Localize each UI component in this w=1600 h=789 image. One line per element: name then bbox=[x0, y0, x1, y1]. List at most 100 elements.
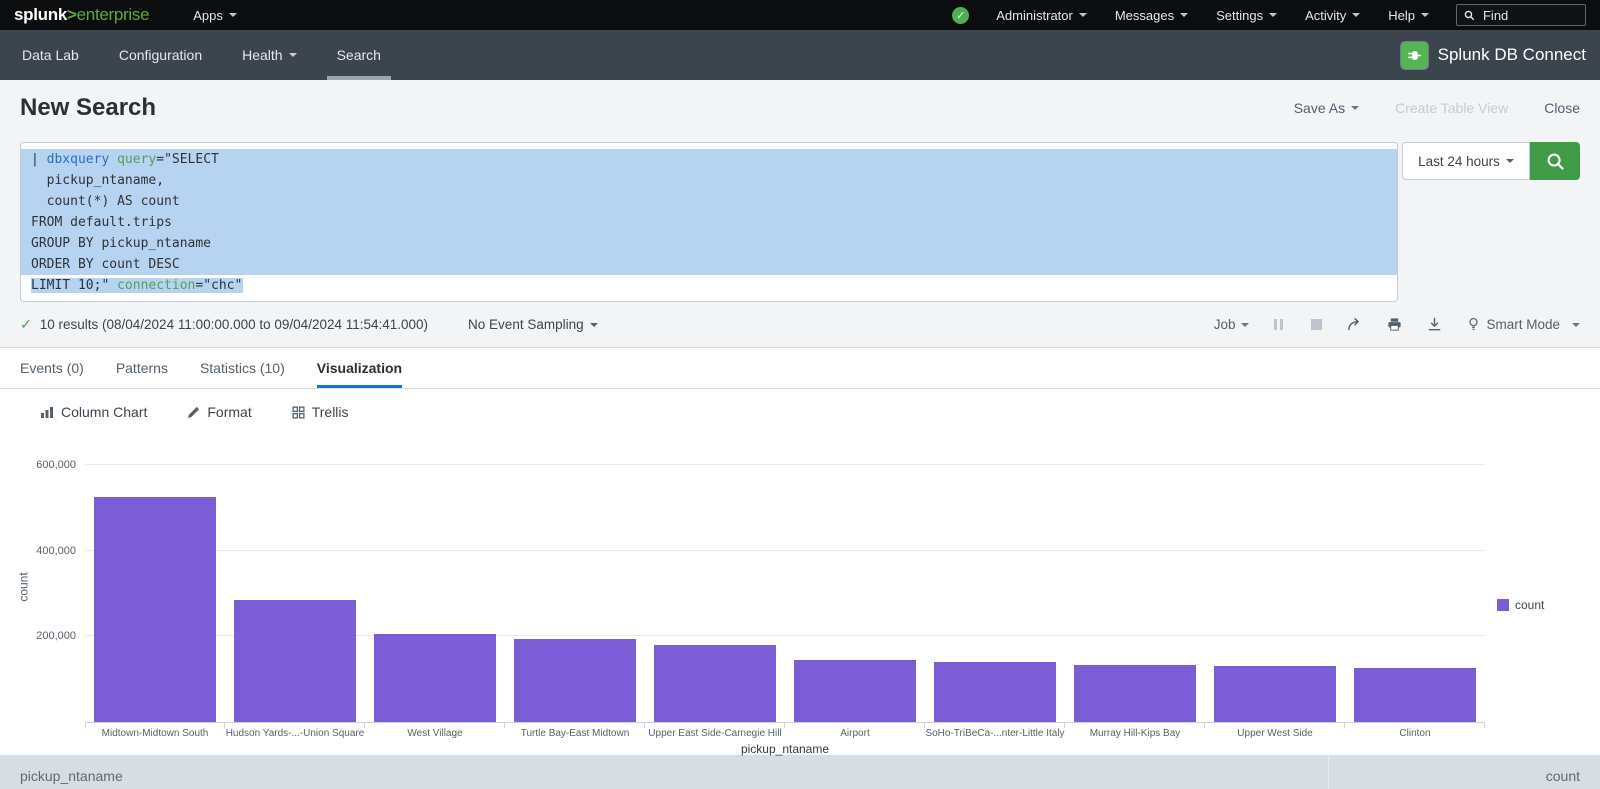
chart-type-button[interactable]: Column Chart bbox=[40, 404, 147, 420]
x-tick-label: Turtle Bay-East Midtown bbox=[505, 723, 645, 739]
menu-settings[interactable]: Settings bbox=[1216, 8, 1277, 23]
tab-patterns[interactable]: Patterns bbox=[116, 348, 168, 388]
chart-legend[interactable]: count bbox=[1497, 598, 1544, 612]
query-token: pickup_ntaname, bbox=[31, 173, 164, 188]
time-range-picker[interactable]: Last 24 hours bbox=[1402, 142, 1530, 180]
topbar-menus: Administrator Messages Settings Activity Hel… bbox=[996, 8, 1429, 23]
x-tick-label: West Village bbox=[365, 723, 505, 739]
splunk-logo[interactable]: splunk>enterprise bbox=[14, 5, 149, 25]
create-table-view-button[interactable]: Create Table View bbox=[1395, 100, 1508, 116]
query-token: GROUP BY pickup_ntaname bbox=[31, 236, 211, 251]
footer-column-pickup-ntaname[interactable]: pickup_ntaname bbox=[20, 768, 1328, 789]
save-as-button[interactable]: Save As bbox=[1294, 100, 1359, 116]
save-as-label: Save As bbox=[1294, 100, 1345, 116]
chevron-down-icon bbox=[1180, 13, 1188, 17]
x-tick-label: Murray Hill-Kips Bay bbox=[1065, 723, 1205, 739]
x-tick-label: Clinton bbox=[1345, 723, 1485, 739]
x-tick-label: Upper East Side-Carnegie Hill bbox=[645, 723, 785, 739]
search-mode-menu[interactable]: Smart Mode bbox=[1467, 317, 1580, 332]
db-connect-plug-icon bbox=[1401, 42, 1428, 69]
nav-item-label: Search bbox=[337, 47, 381, 63]
tab-events-0-[interactable]: Events (0) bbox=[20, 348, 84, 388]
app-title: Splunk DB Connect bbox=[1438, 45, 1586, 65]
bar-3[interactable] bbox=[374, 634, 496, 722]
x-axis-labels: Midtown-Midtown SouthHudson Yards-...-Un… bbox=[85, 723, 1485, 739]
bar-5[interactable] bbox=[654, 645, 776, 722]
bar-2[interactable] bbox=[234, 600, 356, 722]
page-background: New Search Save As Create Table View Clo… bbox=[0, 80, 1600, 755]
nav-item-configuration[interactable]: Configuration bbox=[119, 30, 202, 80]
title-row: New Search Save As Create Table View Clo… bbox=[0, 80, 1600, 136]
plot-area: count count 200,000400,000600,000 bbox=[85, 451, 1485, 723]
bar-group bbox=[225, 600, 365, 722]
brand-name: splunk bbox=[14, 5, 67, 24]
nav-item-data-lab[interactable]: Data Lab bbox=[22, 30, 79, 80]
bar-6[interactable] bbox=[794, 660, 916, 722]
bar-4[interactable] bbox=[514, 639, 636, 722]
column-chart-icon bbox=[40, 405, 54, 419]
bar-9[interactable] bbox=[1214, 666, 1336, 722]
stop-icon bbox=[1311, 319, 1322, 330]
query-line: ORDER BY count DESC bbox=[21, 254, 1397, 275]
y-tick-label: 200,000 bbox=[36, 630, 76, 642]
search-query-input[interactable]: | dbxquery query="SELECT pickup_ntaname,… bbox=[20, 142, 1398, 302]
nav-item-search[interactable]: Search bbox=[337, 30, 381, 80]
menu-help[interactable]: Help bbox=[1388, 8, 1429, 23]
pause-button[interactable] bbox=[1274, 319, 1286, 330]
results-row: ✓ 10 results (08/04/2024 11:00:00.000 to… bbox=[0, 302, 1600, 348]
legend-swatch bbox=[1497, 599, 1509, 611]
trellis-grid-icon bbox=[292, 406, 305, 419]
bar-7[interactable] bbox=[934, 662, 1056, 722]
close-button[interactable]: Close bbox=[1544, 100, 1580, 116]
bar-10[interactable] bbox=[1354, 668, 1476, 722]
page-title: New Search bbox=[20, 94, 156, 122]
search-button[interactable] bbox=[1530, 142, 1580, 180]
bar-1[interactable] bbox=[94, 497, 216, 722]
event-sampling-menu[interactable]: No Event Sampling bbox=[468, 317, 598, 332]
query-line: | dbxquery query="SELECT bbox=[21, 149, 1397, 170]
query-line: count(*) AS count bbox=[21, 191, 1397, 212]
search-mode-label: Smart Mode bbox=[1486, 317, 1560, 332]
tab-visualization[interactable]: Visualization bbox=[317, 348, 402, 388]
query-token: FROM default.trips bbox=[31, 215, 172, 230]
share-button[interactable] bbox=[1347, 317, 1362, 332]
trellis-button[interactable]: Trellis bbox=[292, 404, 349, 420]
job-controls: Job bbox=[1214, 317, 1580, 332]
nav-item-label: Data Lab bbox=[22, 47, 79, 63]
stop-button[interactable] bbox=[1311, 319, 1322, 330]
job-menu[interactable]: Job bbox=[1214, 317, 1250, 332]
x-tick-label: Hudson Yards-...-Union Square bbox=[225, 723, 365, 739]
bar-group bbox=[785, 660, 925, 722]
app-identity[interactable]: Splunk DB Connect bbox=[1401, 42, 1586, 69]
export-button[interactable] bbox=[1427, 317, 1442, 332]
tab-statistics-10-[interactable]: Statistics (10) bbox=[200, 348, 285, 388]
query-token: ORDER BY count DESC bbox=[31, 257, 180, 272]
chevron-down-icon bbox=[1421, 13, 1429, 17]
chevron-down-icon bbox=[1241, 323, 1249, 327]
bar-group bbox=[505, 639, 645, 722]
bar-group bbox=[645, 645, 785, 722]
trellis-label: Trellis bbox=[312, 404, 349, 420]
menu-messages[interactable]: Messages bbox=[1115, 8, 1188, 23]
nav-item-health[interactable]: Health bbox=[242, 30, 296, 80]
format-button[interactable]: Format bbox=[187, 404, 251, 420]
apps-menu[interactable]: Apps bbox=[193, 8, 237, 23]
query-token: connection bbox=[117, 278, 195, 293]
bars-container bbox=[85, 451, 1485, 722]
menu-activity[interactable]: Activity bbox=[1305, 8, 1360, 23]
bar-8[interactable] bbox=[1074, 665, 1196, 722]
find-input[interactable] bbox=[1481, 7, 1578, 24]
footer-column-count[interactable]: count bbox=[1328, 755, 1580, 789]
query-line: GROUP BY pickup_ntaname bbox=[21, 233, 1397, 254]
health-status-badge[interactable]: ✓ bbox=[952, 7, 969, 24]
topbar-right: ✓ Administrator Messages Settings Activity H… bbox=[952, 4, 1586, 26]
x-tick-label: Midtown-Midtown South bbox=[85, 723, 225, 739]
menu-administrator[interactable]: Administrator bbox=[996, 8, 1087, 23]
y-axis-title: count bbox=[17, 572, 31, 601]
print-button[interactable] bbox=[1387, 317, 1402, 332]
results-tabs: Events (0) Patterns Statistics (10) Visuali… bbox=[0, 348, 1600, 389]
search-icon bbox=[1464, 9, 1475, 22]
find-search-box[interactable] bbox=[1456, 4, 1586, 26]
bar-group bbox=[1065, 665, 1205, 722]
query-token: dbxquery bbox=[47, 152, 110, 167]
